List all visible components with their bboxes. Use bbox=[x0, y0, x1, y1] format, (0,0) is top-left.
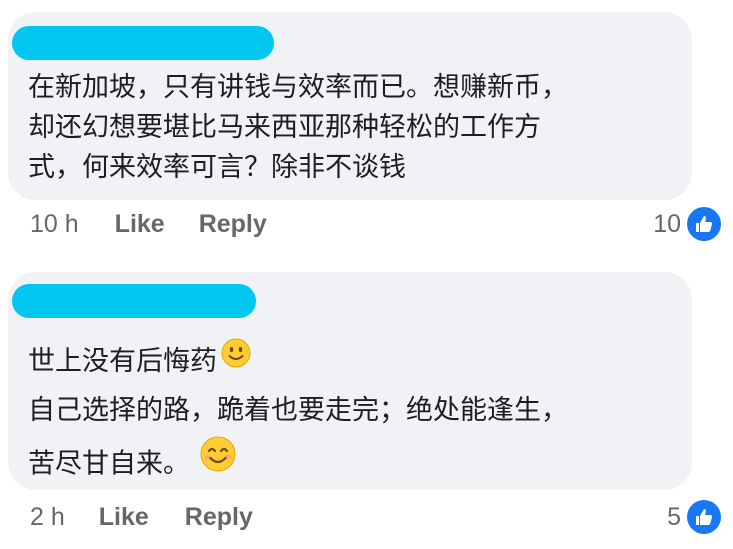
comment-timestamp: 10 h bbox=[30, 210, 79, 238]
comment-text-fragment: 世上没有后悔药 bbox=[28, 346, 217, 377]
thumbs-up-icon bbox=[687, 207, 721, 241]
comment-meta: 10 h Like Reply bbox=[30, 210, 267, 239]
comment-timestamp: 2 h bbox=[30, 503, 65, 531]
reply-button[interactable]: Reply bbox=[199, 210, 267, 239]
comment-text-line: 自己选择的路，跪着也要走完；绝处能逢生， bbox=[28, 394, 568, 426]
thumbs-up-icon bbox=[687, 500, 721, 534]
reaction-count: 10 bbox=[653, 209, 681, 238]
redacted-author-name bbox=[12, 26, 274, 60]
reaction-summary[interactable]: 10 bbox=[653, 207, 721, 241]
comment-text: 在新加坡，只有讲钱与效率而已。想赚新币， 却还幻想要堪比马来西亚那种轻松的工作方… bbox=[28, 68, 568, 188]
reaction-summary[interactable]: 5 bbox=[667, 500, 721, 534]
comment-text-line: 式，何来效率可言？除非不谈钱 bbox=[28, 152, 406, 183]
like-button[interactable]: Like bbox=[115, 210, 165, 239]
reply-button[interactable]: Reply bbox=[185, 503, 253, 532]
like-button[interactable]: Like bbox=[99, 503, 149, 532]
comment-text-fragment: 苦尽甘自来。 bbox=[28, 448, 190, 479]
comment-text-line: 在新加坡，只有讲钱与效率而已。想赚新币， bbox=[28, 72, 568, 103]
comment-text: 世上没有后悔药 自己选择的路，跪着也要走完；绝处能逢生， 苦尽甘自来。 bbox=[28, 338, 568, 491]
comment-meta: 2 h Like Reply bbox=[30, 503, 253, 532]
redacted-author-name bbox=[12, 284, 256, 318]
reaction-count: 5 bbox=[667, 502, 681, 531]
slightly-smiling-face-emoji bbox=[221, 336, 251, 384]
comment-text-line: 世上没有后悔药 bbox=[28, 338, 568, 387]
comment-text-line: 却还幻想要堪比马来西亚那种轻松的工作方 bbox=[28, 112, 541, 143]
comment-text-line: 苦尽甘自来。 bbox=[28, 436, 568, 491]
smiling-face-with-smiling-eyes-emoji bbox=[200, 436, 236, 488]
